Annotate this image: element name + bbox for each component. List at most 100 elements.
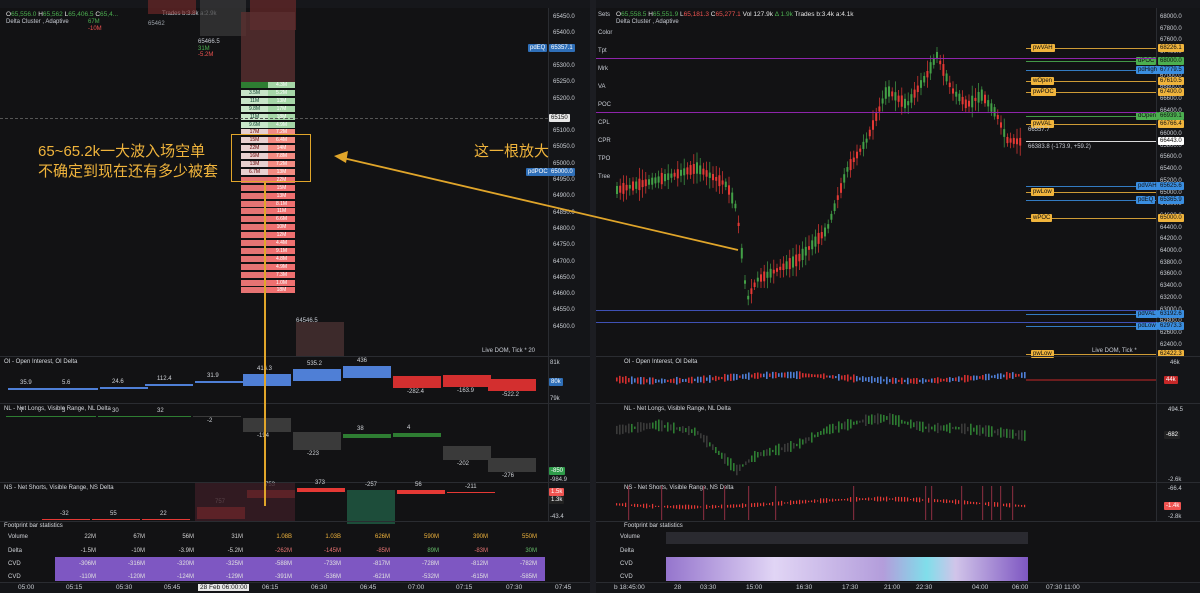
r-ns-bar [940, 500, 942, 502]
stats-cell: -3.9M [178, 548, 194, 554]
time-tick: 21:00 [884, 584, 901, 591]
r-ns-bar [811, 500, 813, 503]
ns-bar [297, 488, 345, 492]
oi-bar-label: 31.9 [207, 373, 219, 379]
price-tick: 64900.0 [553, 193, 575, 200]
nl-bar-label: 7 [20, 408, 24, 414]
r-ns-bar [676, 505, 678, 509]
r-ns-bar [916, 497, 918, 503]
r-ns-bar [952, 500, 954, 503]
left-chart-panel: O65,556.0 H65,562 L65,406.5 C65,4... Tra… [0, 0, 590, 593]
footprint-ask: 6.6M [268, 216, 295, 223]
stats-cell: -532M [421, 574, 439, 580]
r-ns-bar [970, 501, 972, 504]
footprint-ask: 4.9M [268, 263, 295, 270]
left-ohlc: O65,556.0 H65,562 L65,406.5 C65,4... [6, 11, 119, 18]
r-ns-bar [736, 504, 738, 508]
price-tick: 64500.0 [553, 323, 575, 330]
nl-bar [488, 458, 536, 472]
r-ns-bar [862, 498, 864, 501]
stats-row-label: Delta [8, 548, 23, 554]
time-tick: 05:45 [164, 584, 181, 591]
r-ns-bar [901, 497, 903, 502]
r-ns-bar [850, 497, 852, 502]
ns-bar [42, 519, 90, 520]
footprint-bid [241, 82, 268, 88]
r-ns-bar [967, 500, 969, 505]
nl-bar [393, 433, 441, 437]
r-ns-bar [646, 503, 648, 509]
stats-cell: -85M [376, 548, 390, 554]
price-tick: 64600.0 [553, 291, 575, 298]
nl-bar-label: -194 [257, 433, 270, 439]
r-ns-bar [625, 502, 627, 508]
r-ns-bar [637, 503, 639, 508]
r-ns-bar [805, 499, 807, 504]
stats-cell: -262M [274, 548, 292, 554]
r-ns-bar [883, 497, 885, 501]
r-ns-bar [1024, 504, 1026, 508]
annotation-line-1: 65~65.2k一大波入场空单 [38, 143, 206, 160]
stats-cell: -10M [131, 548, 145, 554]
stats-cell: 590M [423, 534, 439, 540]
pdEQ-tag: pdEQ [528, 44, 548, 52]
prior-cluster [200, 0, 246, 36]
ns-bar-label: 22 [160, 511, 167, 517]
pdPOC-value: 65000.0 [549, 168, 575, 176]
r-ns-bar [766, 503, 768, 505]
r-ns-bar [778, 501, 780, 506]
r-ns-bar [802, 500, 804, 504]
r-ns-bar [619, 503, 621, 506]
r-ns-bar [685, 504, 687, 510]
stats-row-label: CVD [620, 561, 633, 567]
r-ns-bar [712, 504, 714, 509]
time-tick: 06:15 [262, 584, 279, 591]
oi-bar [393, 376, 441, 388]
stats-cell: -585M [519, 574, 537, 580]
r-ns-bar [907, 497, 909, 502]
sep [0, 482, 590, 483]
oi-bar-label: 35.9 [20, 380, 32, 386]
r-ns-bar [1021, 504, 1023, 507]
left-study-title: Delta Cluster , Adaptive [6, 19, 69, 25]
r-ns-bar [964, 500, 966, 505]
stats-cell: 1.03B [325, 534, 341, 540]
r-ns-bar [769, 502, 771, 506]
footprint-ask: 4.8M [268, 255, 295, 262]
oi-bar-label: 24.6 [112, 379, 124, 385]
r-ns-bar [991, 486, 993, 520]
sep [0, 521, 590, 522]
r-ns-bar [787, 502, 789, 504]
price-tick: 65450.0 [553, 14, 575, 20]
stats-cell: 56M [182, 534, 194, 540]
stats-row-label: CVD [620, 574, 633, 580]
left-price-axis: 65450.065400.065350.065300.065250.065200… [548, 8, 590, 358]
r-ns-bar [922, 499, 924, 501]
r-ns-bar [1012, 486, 1014, 520]
stats-cell: 626M [374, 534, 390, 540]
oi-bar [488, 379, 536, 391]
ns-bar [142, 519, 190, 520]
r-ns-bar [808, 500, 810, 503]
r-ns-bar [961, 486, 963, 520]
price-tick: 65300.0 [553, 62, 575, 69]
footprint-ask: 4.4M [268, 240, 295, 246]
nl-bar-label: -2 [207, 418, 213, 424]
footprint-bid: 3.5M [241, 89, 268, 96]
r-ns-bar [895, 496, 897, 502]
nl-bar-label: 32 [157, 408, 164, 414]
r-ns-bar [691, 505, 693, 509]
stats-cell: -83M [474, 548, 488, 554]
r-ns-bar [661, 486, 663, 520]
r-ns-series [616, 486, 1026, 520]
footprint-ask: 1.0M [268, 279, 295, 286]
oi-bar-label: 436 [357, 358, 368, 364]
sep [0, 356, 590, 357]
stats-cell: 89M [427, 548, 439, 554]
time-tick: 05:15 [66, 584, 83, 591]
annotation-line-2: 不确定到现在还有多少被套 [38, 163, 219, 180]
r-ns-bar [1015, 504, 1017, 507]
r-ns-bar [745, 504, 747, 507]
stats-cell: -5.2M [227, 548, 243, 554]
nl-bar-label: -202 [457, 461, 470, 467]
